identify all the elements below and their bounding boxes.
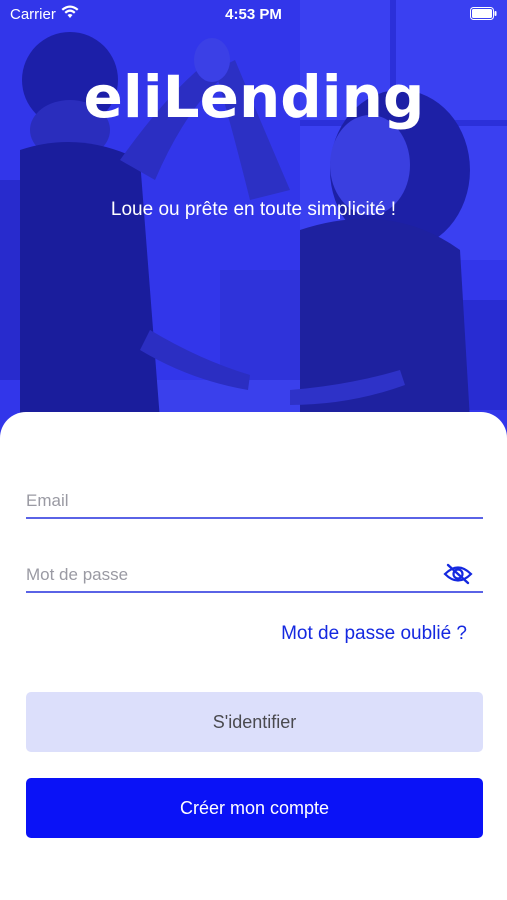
create-account-button[interactable]: Créer mon compte bbox=[26, 778, 483, 838]
eli-lending-logo: eliLending bbox=[83, 63, 424, 131]
battery-icon bbox=[470, 7, 497, 20]
eye-slash-icon[interactable] bbox=[443, 563, 473, 585]
password-field-container bbox=[26, 551, 483, 593]
hero-banner: Carrier 4:53 PM eliLending Loue ou prête… bbox=[0, 0, 507, 440]
logo-text: eliLending bbox=[83, 63, 424, 131]
tagline: Loue ou prête en toute simplicité ! bbox=[110, 199, 397, 220]
login-button[interactable]: S'identifier bbox=[26, 692, 483, 752]
brand-logo: eliLending bbox=[0, 62, 507, 147]
status-time: 4:53 PM bbox=[225, 6, 282, 23]
password-field[interactable] bbox=[26, 565, 426, 585]
email-field-container bbox=[26, 477, 483, 519]
email-field[interactable] bbox=[26, 491, 426, 511]
status-bar: Carrier 4:53 PM bbox=[0, 0, 507, 30]
forgot-password-link[interactable]: Mot de passe oublié ? bbox=[281, 623, 467, 645]
